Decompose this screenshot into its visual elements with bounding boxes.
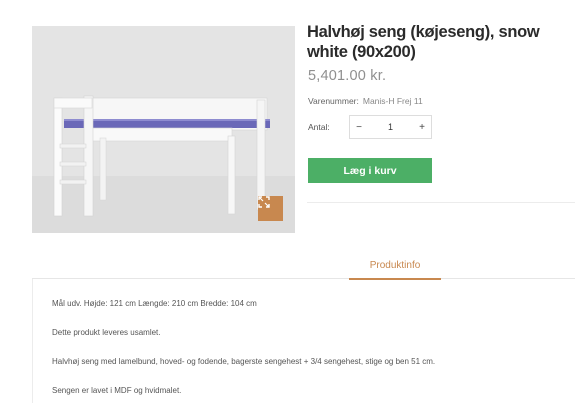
bed-photo <box>32 26 295 233</box>
sku-value: Manis-H Frej 11 <box>362 96 423 106</box>
quantity-stepper: − 1 + <box>349 115 432 139</box>
description-details: Halvhøj seng med lamelbund, hoved- og fo… <box>52 357 436 366</box>
tab-bar-line <box>32 278 575 279</box>
tab-produktinfo[interactable]: Produktinfo <box>349 260 441 280</box>
sku-label: Varenummer: <box>308 96 359 106</box>
quantity-input[interactable]: 1 <box>368 122 413 132</box>
quantity-label: Antal: <box>308 122 330 132</box>
product-title: Halvhøj seng (køjeseng), snow white (90x… <box>307 23 540 61</box>
tab-content-panel <box>32 279 575 403</box>
product-price: 5,401.00 kr. <box>308 68 387 84</box>
breadcrumb: ... / ... / ... <box>120 0 166 3</box>
description-assembly: Dette produkt leveres usamlet. <box>52 328 161 337</box>
description-material: Sengen er lavet i MDF og hvidmalet. <box>52 386 182 395</box>
quantity-increase-button[interactable]: + <box>413 116 431 138</box>
product-image[interactable] <box>32 26 295 233</box>
zoom-button[interactable] <box>258 196 283 221</box>
divider <box>307 202 575 203</box>
sku-row: Varenummer: Manis-H Frej 11 <box>308 96 423 106</box>
add-to-cart-button[interactable]: Læg i kurv <box>308 158 432 183</box>
quantity-decrease-button[interactable]: − <box>350 116 368 138</box>
description-dimensions: Mål udv. Højde: 121 cm Længde: 210 cm Br… <box>52 299 257 308</box>
expand-icon <box>258 196 270 208</box>
